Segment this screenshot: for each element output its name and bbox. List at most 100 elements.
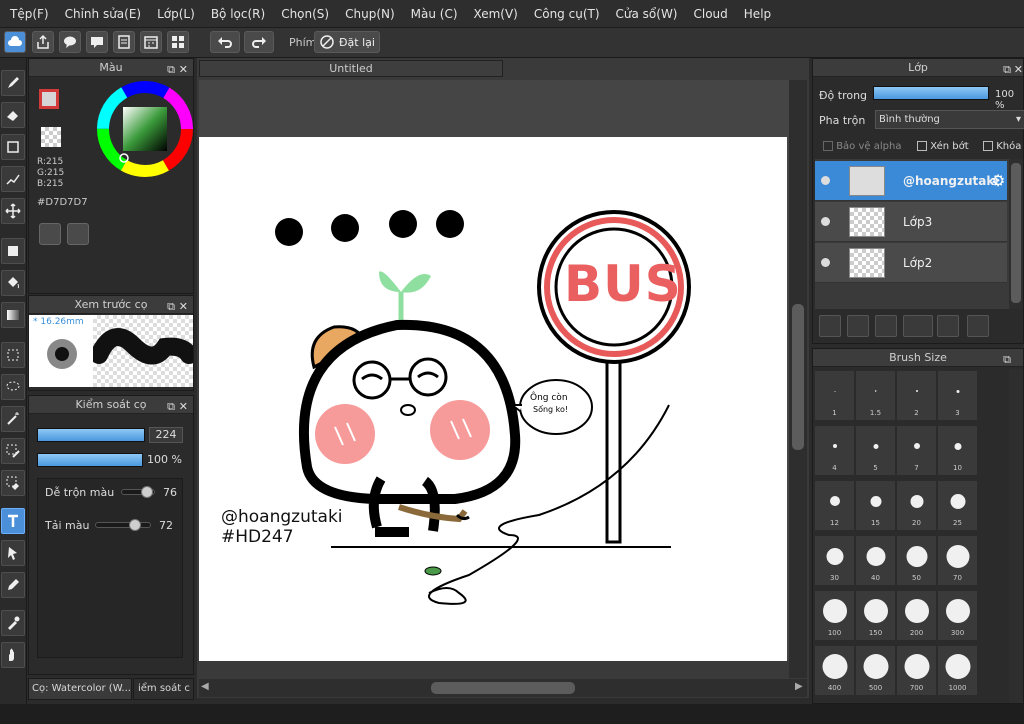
cloud-icon[interactable] — [4, 31, 26, 53]
visibility-icon[interactable] — [821, 258, 830, 267]
lasso-tool-icon[interactable] — [1, 374, 25, 400]
menu-cloud[interactable]: Cloud — [686, 7, 736, 21]
protect-alpha-checkbox[interactable]: Bảo vệ alpha — [823, 141, 901, 152]
select-eraser-tool-icon[interactable] — [1, 470, 25, 496]
new-1bit-layer-icon[interactable] — [875, 315, 897, 337]
gear-icon[interactable]: ⚙ — [991, 171, 1005, 190]
undo-button[interactable] — [210, 31, 240, 53]
text-tool-icon[interactable] — [1, 508, 25, 534]
line-tool-icon[interactable] — [1, 166, 25, 192]
layer-row-lop2[interactable]: Lớp2 — [815, 243, 1007, 283]
calendar-icon[interactable] — [140, 31, 162, 53]
brush-size-cell-3[interactable]: 3 — [938, 371, 977, 420]
drawing-canvas[interactable]: BUS Ông còn Sống ko! @hoangzutaki #HD247 — [199, 137, 787, 661]
menu-select[interactable]: Chọn(S) — [273, 7, 337, 21]
eraser-tool-icon[interactable] — [1, 102, 25, 128]
reset-button[interactable]: Đặt lại — [314, 31, 380, 53]
brush-size-cell-70[interactable]: 70 — [938, 536, 977, 585]
eyedropper-tool-icon[interactable] — [1, 610, 25, 636]
brush-size-cell-1.5[interactable]: 1.5 — [856, 371, 895, 420]
duplicate-layer-icon[interactable] — [967, 315, 989, 337]
brush-size-cell-150[interactable]: 150 — [856, 591, 895, 640]
redo-button[interactable] — [244, 31, 274, 53]
scroll-right-icon[interactable]: ▶ — [795, 681, 803, 692]
horizontal-scrollbar[interactable]: ◀ ▶ — [199, 679, 807, 697]
brush-size-cell-200[interactable]: 200 — [897, 591, 936, 640]
document-icon[interactable] — [113, 31, 135, 53]
new-raster-layer-icon[interactable] — [847, 315, 869, 337]
folder-icon[interactable] — [937, 315, 959, 337]
popout-icon[interactable]: ⧉ — [1003, 61, 1011, 79]
select-pen-tool-icon[interactable] — [1, 438, 25, 464]
menu-edit[interactable]: Chỉnh sửa(E) — [57, 7, 150, 21]
horizontal-scroll-thumb[interactable] — [431, 682, 575, 694]
operation-tool-icon[interactable] — [1, 540, 25, 566]
brush-size-cell-20[interactable]: 20 — [897, 481, 936, 530]
add-layer-menu-icon[interactable] — [903, 315, 933, 337]
brush-size-cell-12[interactable]: 12 — [815, 481, 854, 530]
blend-slider-knob[interactable] — [140, 486, 153, 498]
popout-icon[interactable]: ⧉ — [167, 61, 175, 79]
menu-window[interactable]: Cửa sổ(W) — [608, 7, 686, 21]
brush-size-cell-1[interactable]: 1 — [815, 371, 854, 420]
brush-opacity-bar[interactable] — [37, 453, 143, 467]
tab-brush-control[interactable]: iểm soát c — [133, 678, 194, 700]
share-icon[interactable] — [32, 31, 54, 53]
menu-filter[interactable]: Bộ lọc(R) — [203, 7, 273, 21]
pen-tool-icon[interactable] — [1, 572, 25, 598]
transparent-swatch[interactable] — [41, 127, 61, 147]
popout-icon[interactable]: ⧉ — [1003, 351, 1011, 369]
menu-view[interactable]: Xem(V) — [466, 7, 526, 21]
scroll-left-icon[interactable]: ◀ — [201, 681, 209, 692]
fill-rect-tool-icon[interactable] — [1, 238, 25, 264]
palette-add-icon[interactable] — [67, 223, 89, 245]
canvas-tab-untitled[interactable]: Untitled — [199, 60, 503, 77]
gradient-tool-icon[interactable] — [1, 302, 25, 328]
hand-tool-icon[interactable] — [1, 642, 25, 668]
brush-size-scrollbar[interactable] — [1009, 369, 1023, 703]
move-tool-icon[interactable] — [1, 198, 25, 224]
brush-size-cell-300[interactable]: 300 — [938, 591, 977, 640]
menu-capture[interactable]: Chụp(N) — [337, 7, 403, 21]
brush-size-cell-30[interactable]: 30 — [815, 536, 854, 585]
layer-row-lop3[interactable]: Lớp3 — [815, 202, 1007, 242]
vertical-scrollbar[interactable] — [789, 80, 807, 678]
brush-size-cell-1000[interactable]: 1000 — [938, 646, 977, 695]
bucket-tool-icon[interactable] — [1, 270, 25, 296]
visibility-icon[interactable] — [821, 176, 830, 185]
blend-mode-select[interactable]: Bình thường ▾ — [875, 110, 1024, 129]
visibility-icon[interactable] — [821, 217, 830, 226]
close-icon[interactable]: ✕ — [1014, 61, 1023, 79]
close-icon[interactable]: ✕ — [179, 298, 188, 316]
brush-size-value[interactable]: 224 — [149, 427, 183, 443]
brush-size-cell-400[interactable]: 400 — [815, 646, 854, 695]
menu-layer[interactable]: Lớp(L) — [149, 7, 203, 21]
close-icon[interactable]: ✕ — [179, 61, 188, 79]
new-layer-icon[interactable] — [819, 315, 841, 337]
layer-opacity-bar[interactable] — [873, 86, 989, 100]
clipping-checkbox[interactable]: Xén bớt — [917, 141, 969, 152]
select-rect-tool-icon[interactable] — [1, 342, 25, 368]
brush-size-cell-5[interactable]: 5 — [856, 426, 895, 475]
brush-tool-icon[interactable] — [1, 70, 25, 96]
brush-size-cell-700[interactable]: 700 — [897, 646, 936, 695]
palette-icon[interactable] — [39, 223, 61, 245]
brush-size-cell-2[interactable]: 2 — [897, 371, 936, 420]
vertical-scroll-thumb[interactable] — [792, 304, 804, 450]
close-icon[interactable]: ✕ — [179, 398, 188, 416]
lock-checkbox[interactable]: Khóa — [983, 141, 1021, 152]
brush-size-cell-4[interactable]: 4 — [815, 426, 854, 475]
layer-scroll-thumb[interactable] — [1011, 163, 1021, 303]
reload-slider[interactable] — [95, 522, 151, 528]
chat-icon[interactable] — [59, 31, 81, 53]
rectangle-tool-icon[interactable] — [1, 134, 25, 160]
menu-color[interactable]: Màu (C) — [403, 7, 466, 21]
tab-brush-watercolor[interactable]: Cọ: Watercolor (W... — [28, 678, 132, 700]
magic-wand-tool-icon[interactable] — [1, 406, 25, 432]
menu-file[interactable]: Tệp(F) — [2, 7, 57, 21]
layer-scrollbar[interactable] — [1009, 159, 1023, 309]
brush-size-cell-50[interactable]: 50 — [897, 536, 936, 585]
color-wheel[interactable] — [97, 81, 193, 177]
foreground-color-swatch[interactable] — [39, 89, 59, 109]
grid-icon[interactable] — [167, 31, 189, 53]
